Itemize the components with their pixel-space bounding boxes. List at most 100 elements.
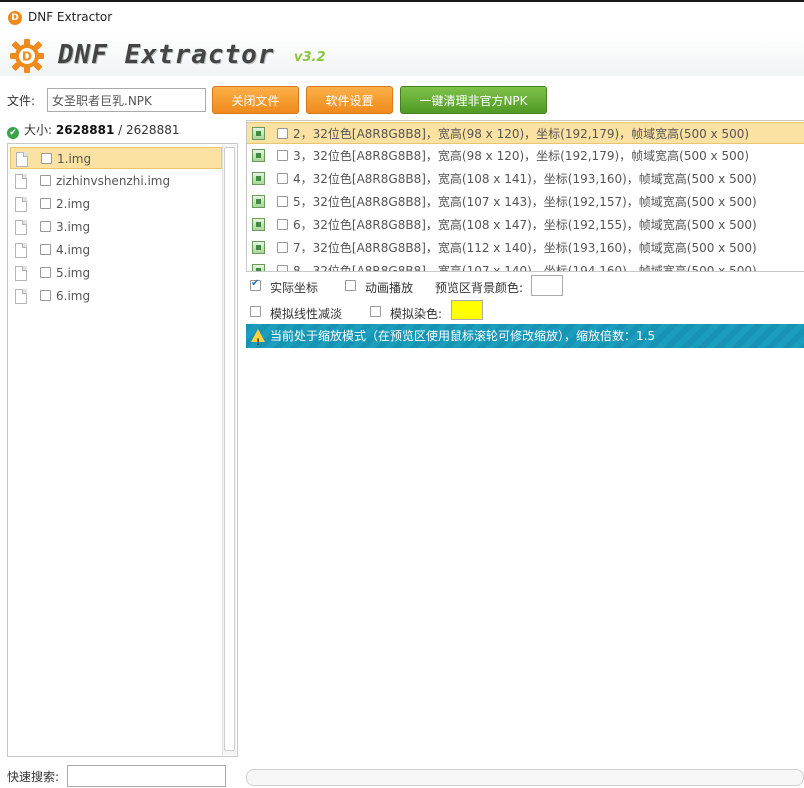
file-item-name: 3.img (56, 220, 91, 234)
file-item-name: 2.img (56, 197, 91, 211)
actual-coords-label: 实际坐标 (270, 281, 319, 295)
file-path-input[interactable] (47, 88, 206, 112)
close-file-button[interactable]: 关闭文件 (212, 86, 299, 114)
frame-row[interactable]: 7，32位色[A8R8G8B8]，宽高(112 x 140)，坐标(193,16… (247, 237, 804, 259)
file-label: 文件: (7, 94, 36, 108)
check-circle-icon: ✔ (7, 127, 19, 139)
frame-row-info: 3，32位色[A8R8G8B8]，宽高(98 x 120)，坐标(192,179… (293, 149, 750, 163)
frame-row-info: 4，32位色[A8R8G8B8]，宽高(108 x 141)，坐标(193,16… (293, 172, 757, 186)
image-icon (252, 241, 265, 254)
frame-row-checkbox[interactable] (277, 150, 288, 161)
preview-horizontal-scrollbar[interactable] (246, 769, 804, 786)
file-item[interactable]: 3.img (10, 216, 222, 238)
zoom-mode-banner: 当前处于缩放模式（在预览区使用鼠标滚轮可修改缩放），缩放倍数：1.5 (246, 324, 804, 355)
version-badge: v3.2 (294, 50, 326, 65)
document-icon (15, 289, 27, 304)
dye-label: 模拟染色: (390, 307, 443, 321)
frame-row-checkbox[interactable] (277, 265, 288, 271)
bg-color-label: 预览区背景颜色: (435, 281, 524, 295)
document-icon (15, 243, 27, 258)
actual-coords-checkbox[interactable] (250, 278, 261, 291)
frame-row[interactable]: 3，32位色[A8R8G8B8]，宽高(98 x 120)，坐标(192,179… (247, 145, 804, 167)
file-item-checkbox[interactable] (40, 221, 51, 232)
size-info: ✔ 大小: 2628881 / 2628881 (7, 121, 179, 141)
title-bar: D DNF Extractor (0, 0, 804, 34)
dye-color-swatch[interactable] (451, 300, 483, 320)
file-item-checkbox[interactable] (40, 175, 51, 186)
document-icon (15, 197, 27, 212)
file-item-checkbox[interactable] (40, 198, 51, 209)
frame-list[interactable]: 2，32位色[A8R8G8B8]，宽高(98 x 120)，坐标(192,179… (246, 120, 804, 272)
frame-row[interactable]: 8，32位色[A8R8G8B8]，宽高(107 x 140)，坐标(194,16… (247, 260, 804, 272)
app-header: D DNF Extractor v3.2 (0, 34, 804, 76)
file-item-name: 1.img (57, 152, 92, 166)
frame-row-info: 2，32位色[A8R8G8B8]，宽高(98 x 120)，坐标(192,179… (293, 127, 750, 141)
bg-color-swatch[interactable] (531, 275, 563, 296)
image-icon (252, 149, 265, 162)
file-item-checkbox[interactable] (40, 267, 51, 278)
document-icon (15, 220, 27, 235)
file-item[interactable]: 5.img (10, 262, 222, 284)
frame-row-info: 8，32位色[A8R8G8B8]，宽高(107 x 140)，坐标(194,16… (293, 264, 757, 272)
document-icon (15, 266, 27, 281)
file-item-checkbox[interactable] (40, 244, 51, 255)
file-list-scrollbar[interactable] (222, 145, 236, 755)
frame-row-checkbox[interactable] (277, 219, 288, 230)
quick-search-label: 快速搜索: (7, 770, 60, 784)
actual-coords-option[interactable]: 实际坐标 (250, 278, 330, 295)
settings-button[interactable]: 软件设置 (306, 86, 393, 114)
svg-text:D: D (22, 50, 32, 64)
file-list-scroll-thumb[interactable] (224, 147, 235, 751)
warning-icon (251, 329, 265, 355)
image-icon (252, 195, 265, 208)
file-item[interactable]: zizhinvshenzhi.img (10, 170, 222, 192)
frame-row-info: 5，32位色[A8R8G8B8]，宽高(107 x 143)，坐标(192,15… (293, 195, 757, 209)
linear-fade-option[interactable]: 模拟线性减淡 (250, 305, 350, 321)
image-icon (252, 127, 265, 140)
preview-canvas[interactable] (246, 348, 804, 768)
document-icon (16, 152, 28, 167)
frame-row-checkbox[interactable] (277, 242, 288, 253)
img-file-list[interactable]: 1.img zizhinvshenzhi.img 2.img 3.img 4.img 5.… (7, 143, 238, 757)
file-item[interactable]: 1.img (10, 147, 222, 169)
dye-option[interactable]: 模拟染色: (370, 305, 450, 321)
file-item-name: 6.img (56, 289, 91, 303)
dye-checkbox[interactable] (370, 306, 381, 317)
frame-row-checkbox[interactable] (277, 173, 288, 184)
file-item-name: zizhinvshenzhi.img (56, 174, 171, 188)
image-icon (252, 218, 265, 231)
file-item[interactable]: 6.img (10, 285, 222, 307)
gear-logo-icon: D (10, 39, 44, 73)
file-item-name: 4.img (56, 243, 91, 257)
file-item[interactable]: 4.img (10, 239, 222, 261)
frame-row[interactable]: 5，32位色[A8R8G8B8]，宽高(107 x 143)，坐标(192,15… (247, 191, 804, 213)
size-separator: / (118, 123, 123, 137)
size-total: 2628881 (126, 123, 180, 137)
frame-row-info: 7，32位色[A8R8G8B8]，宽高(112 x 140)，坐标(193,16… (293, 241, 757, 255)
file-item-checkbox[interactable] (41, 153, 52, 164)
frame-row-info: 6，32位色[A8R8G8B8]，宽高(108 x 147)，坐标(192,15… (293, 218, 757, 232)
frame-row-checkbox[interactable] (277, 196, 288, 207)
size-value: 2628881 (55, 123, 115, 137)
linear-fade-checkbox[interactable] (250, 306, 261, 317)
file-item[interactable]: 2.img (10, 193, 222, 215)
frame-row[interactable]: 2，32位色[A8R8G8B8]，宽高(98 x 120)，坐标(192,179… (247, 122, 804, 144)
animate-checkbox[interactable] (345, 280, 356, 291)
image-icon (252, 172, 265, 185)
animate-option[interactable]: 动画播放 (345, 279, 425, 295)
document-icon (15, 174, 27, 189)
window-title: DNF Extractor (28, 10, 113, 24)
quick-search-input[interactable] (67, 765, 226, 787)
animate-label: 动画播放 (365, 281, 414, 295)
image-icon (252, 264, 265, 271)
logo-text: DNF Extractor (58, 40, 275, 70)
bg-color-label-wrap: 预览区背景颜色: (435, 279, 531, 295)
size-label: 大小: (24, 123, 53, 137)
frame-row[interactable]: 6，32位色[A8R8G8B8]，宽高(108 x 147)，坐标(192,15… (247, 214, 804, 236)
frame-row[interactable]: 4，32位色[A8R8G8B8]，宽高(108 x 141)，坐标(193,16… (247, 168, 804, 190)
toolbar: 文件: 关闭文件 软件设置 一键清理非官方NPK (0, 76, 804, 120)
file-item-name: 5.img (56, 266, 91, 280)
file-item-checkbox[interactable] (40, 290, 51, 301)
clean-npk-button[interactable]: 一键清理非官方NPK (400, 86, 547, 114)
frame-row-checkbox[interactable] (277, 128, 288, 139)
